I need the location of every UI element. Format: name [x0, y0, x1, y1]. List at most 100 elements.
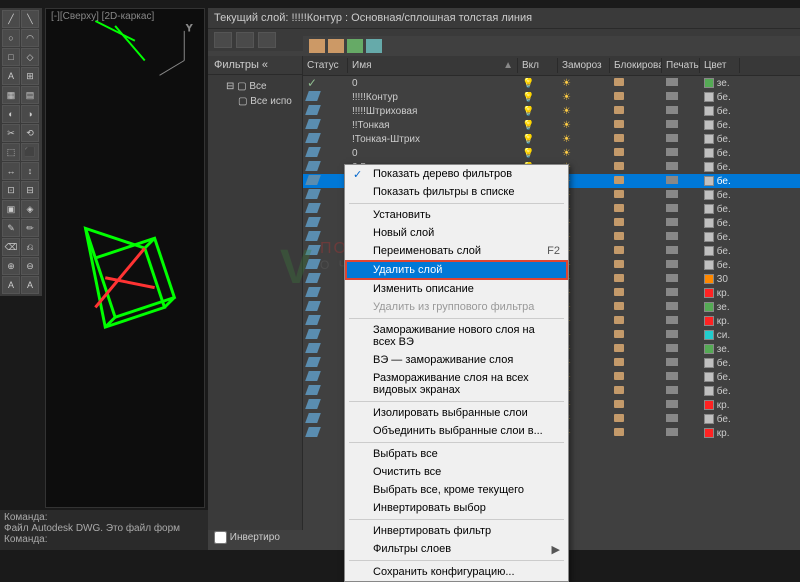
- bulb-icon[interactable]: 💡: [522, 120, 534, 131]
- tool-btn[interactable]: ◠: [21, 29, 39, 47]
- menu-item[interactable]: Замораживание нового слоя на всех ВЭ: [345, 321, 568, 351]
- sun-icon[interactable]: ☀: [562, 148, 571, 159]
- drawing-viewport[interactable]: [-][Сверху] [2D-каркас] Y: [45, 8, 205, 508]
- lock-icon[interactable]: [614, 274, 624, 282]
- lock-icon[interactable]: [614, 372, 624, 380]
- lock-icon[interactable]: [614, 260, 624, 268]
- menu-item[interactable]: Выбрать все, кроме текущего: [345, 481, 568, 499]
- layer-row[interactable]: !!Тонкая💡☀ бе.: [303, 118, 800, 132]
- toolbar-btn[interactable]: [258, 32, 276, 48]
- print-icon[interactable]: [666, 274, 678, 282]
- menu-item[interactable]: Сохранить конфигурацию...: [345, 563, 568, 581]
- layer-refresh-icon[interactable]: [366, 39, 382, 53]
- tool-btn[interactable]: ✎: [2, 219, 20, 237]
- print-icon[interactable]: [666, 260, 678, 268]
- lock-icon[interactable]: [614, 428, 624, 436]
- tool-btn[interactable]: □: [2, 48, 20, 66]
- print-icon[interactable]: [666, 428, 678, 436]
- bulb-icon[interactable]: 💡: [522, 106, 534, 117]
- col-lock[interactable]: Блокирова: [610, 58, 662, 73]
- lock-icon[interactable]: [614, 344, 624, 352]
- tool-btn[interactable]: A: [2, 276, 20, 294]
- print-icon[interactable]: [666, 232, 678, 240]
- lock-icon[interactable]: [614, 316, 624, 324]
- sun-icon[interactable]: ☀: [562, 106, 571, 117]
- sun-icon[interactable]: ☀: [562, 120, 571, 131]
- lock-icon[interactable]: [614, 302, 624, 310]
- menu-item[interactable]: Удалить слой: [345, 260, 568, 280]
- print-icon[interactable]: [666, 386, 678, 394]
- filter-tree[interactable]: ⊟ ▢ Все ▢ Все испо: [208, 75, 302, 113]
- print-icon[interactable]: [666, 344, 678, 352]
- layer-states-icon[interactable]: [347, 39, 363, 53]
- menu-item[interactable]: Изолировать выбранные слои: [345, 404, 568, 422]
- lock-icon[interactable]: [614, 120, 624, 128]
- tool-btn[interactable]: ▤: [21, 86, 39, 104]
- menu-item[interactable]: Установить: [345, 206, 568, 224]
- tool-btn[interactable]: ╱: [2, 10, 20, 28]
- print-icon[interactable]: [666, 106, 678, 114]
- lock-icon[interactable]: [614, 106, 624, 114]
- layer-row[interactable]: !!!!!Контур💡☀ бе.: [303, 90, 800, 104]
- menu-item[interactable]: Очистить все: [345, 463, 568, 481]
- lock-icon[interactable]: [614, 386, 624, 394]
- tool-btn[interactable]: ╲: [21, 10, 39, 28]
- toolbar-btn[interactable]: [214, 32, 232, 48]
- tool-btn[interactable]: ⊡: [2, 181, 20, 199]
- print-icon[interactable]: [666, 358, 678, 366]
- print-icon[interactable]: [666, 330, 678, 338]
- print-icon[interactable]: [666, 302, 678, 310]
- lock-icon[interactable]: [614, 92, 624, 100]
- lock-icon[interactable]: [614, 204, 624, 212]
- tool-btn[interactable]: ↕: [21, 162, 39, 180]
- print-icon[interactable]: [666, 288, 678, 296]
- lock-icon[interactable]: [614, 162, 624, 170]
- print-icon[interactable]: [666, 162, 678, 170]
- menu-item[interactable]: Фильтры слоев▶: [345, 540, 568, 558]
- tool-btn[interactable]: ◑: [21, 105, 39, 123]
- layer-row[interactable]: ✓0💡☀ зе.: [303, 76, 800, 90]
- print-icon[interactable]: [666, 414, 678, 422]
- delete-layer-icon[interactable]: [328, 39, 344, 53]
- lock-icon[interactable]: [614, 414, 624, 422]
- menu-item[interactable]: Размораживание слоя на всех видовых экра…: [345, 369, 568, 399]
- tool-btn[interactable]: ✏: [21, 219, 39, 237]
- tool-btn[interactable]: ⎌: [21, 238, 39, 256]
- tool-btn[interactable]: ⊕: [2, 257, 20, 275]
- menu-item[interactable]: Изменить описание: [345, 280, 568, 298]
- lock-icon[interactable]: [614, 400, 624, 408]
- lock-icon[interactable]: [614, 330, 624, 338]
- print-icon[interactable]: [666, 176, 678, 184]
- tool-btn[interactable]: ⌫: [2, 238, 20, 256]
- print-icon[interactable]: [666, 120, 678, 128]
- tool-btn[interactable]: ▦: [2, 86, 20, 104]
- menu-item[interactable]: Переименовать слойF2: [345, 242, 568, 260]
- print-icon[interactable]: [666, 204, 678, 212]
- menu-item[interactable]: Выбрать все: [345, 445, 568, 463]
- tool-btn[interactable]: ⊖: [21, 257, 39, 275]
- tool-btn[interactable]: ⊟: [21, 181, 39, 199]
- col-freeze[interactable]: Замороз: [558, 58, 610, 73]
- print-icon[interactable]: [666, 218, 678, 226]
- menu-item[interactable]: Новый слой: [345, 224, 568, 242]
- tool-btn[interactable]: ◐: [2, 105, 20, 123]
- menu-item[interactable]: ВЭ — замораживание слоя: [345, 351, 568, 369]
- tool-btn[interactable]: A: [21, 276, 39, 294]
- col-status[interactable]: Статус: [303, 58, 348, 73]
- sun-icon[interactable]: ☀: [562, 134, 571, 145]
- lock-icon[interactable]: [614, 176, 624, 184]
- menu-item[interactable]: Объединить выбранные слои в...: [345, 422, 568, 440]
- lock-icon[interactable]: [614, 232, 624, 240]
- lock-icon[interactable]: [614, 190, 624, 198]
- tool-btn[interactable]: ↔: [2, 162, 20, 180]
- tool-btn[interactable]: ◇: [21, 48, 39, 66]
- tool-btn[interactable]: ⬚: [2, 143, 20, 161]
- layer-row[interactable]: !Тонкая-Штрих💡☀ бе.: [303, 132, 800, 146]
- sun-icon[interactable]: ☀: [562, 78, 571, 89]
- print-icon[interactable]: [666, 78, 678, 86]
- sun-icon[interactable]: ☀: [562, 92, 571, 103]
- print-icon[interactable]: [666, 134, 678, 142]
- toolbar-btn[interactable]: [236, 32, 254, 48]
- tool-btn[interactable]: A: [2, 67, 20, 85]
- bulb-icon[interactable]: 💡: [522, 148, 534, 159]
